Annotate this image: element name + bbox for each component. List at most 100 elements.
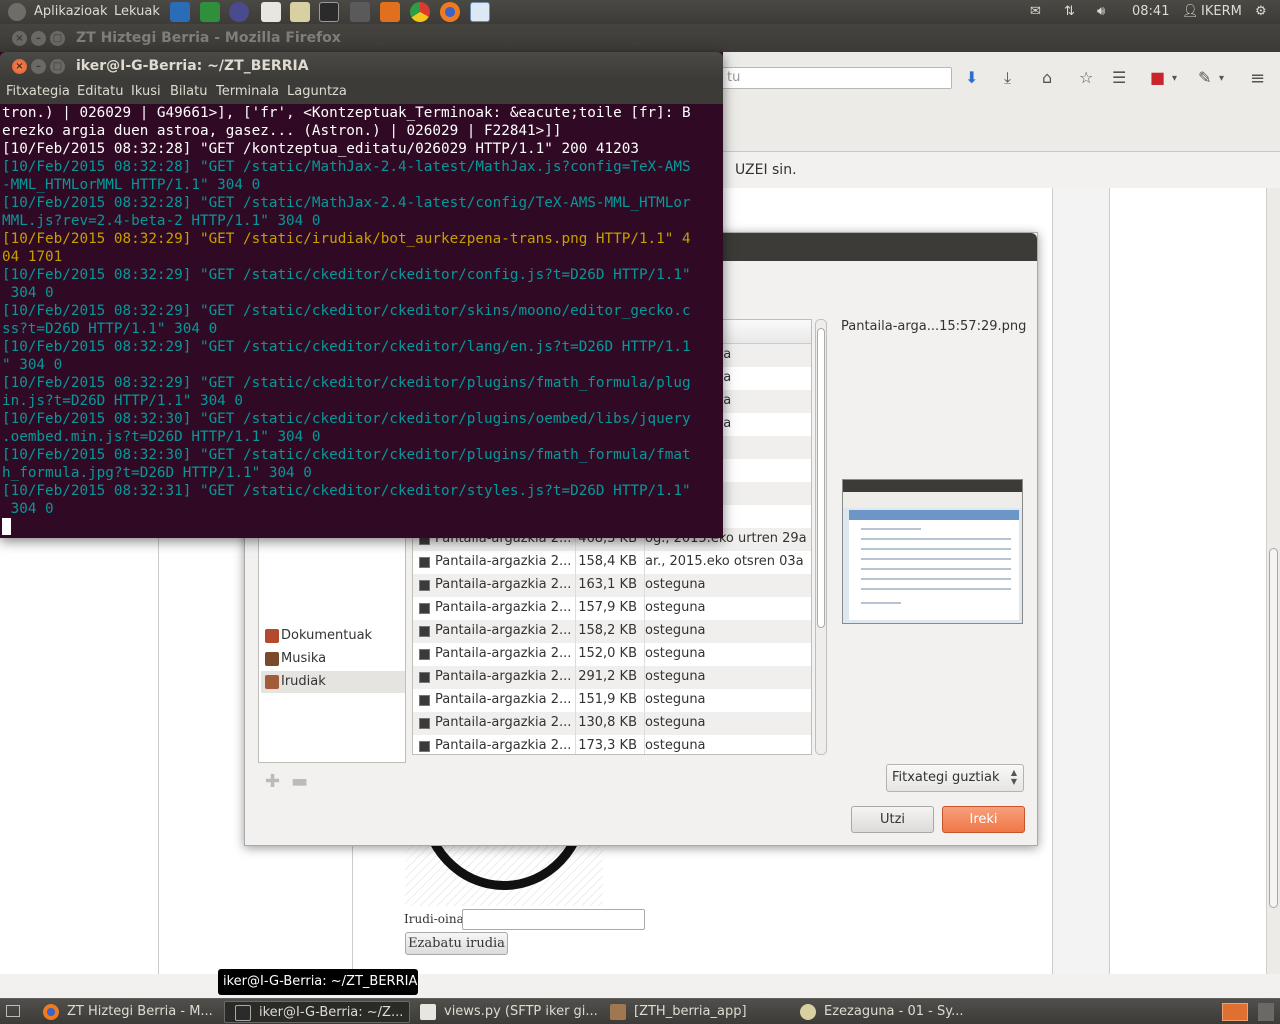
trash-icon[interactable]: [1258, 1003, 1274, 1021]
applications-menu[interactable]: Aplikazioak: [34, 4, 108, 19]
extension-dropdown-icon[interactable]: ▾: [1219, 73, 1224, 84]
terminal-titlebar[interactable]: × – □ iker@I-G-Berria: ~/ZT_BERRIA: [0, 52, 723, 80]
cancel-button[interactable]: Utzi: [851, 806, 934, 833]
terminal-line: erezko argia duen astroa, gasez... (Astr…: [2, 123, 562, 139]
file-row[interactable]: Pantaila-argazkia 2... 158,2 KB osteguna: [413, 620, 811, 643]
file-row[interactable]: Pantaila-argazkia 2... 151,9 KB osteguna: [413, 689, 811, 712]
scrollbar-thumb[interactable]: [1269, 548, 1278, 908]
file-row[interactable]: Pantaila-argazkia 2... 157,9 KB osteguna: [413, 597, 811, 620]
file-name: Pantaila-argazkia 2...: [435, 554, 572, 569]
thumb-header: [849, 510, 1019, 520]
url-bar[interactable]: tu: [720, 67, 952, 89]
file-row[interactable]: Pantaila-argazkia 2... 158,4 KB ar., 2015.…: [413, 551, 811, 574]
task-label: [ZTH_berria_app]: [634, 1004, 747, 1019]
thumb-sheet: [849, 520, 1019, 620]
power-gear-icon[interactable]: ⚙: [1255, 4, 1267, 19]
file-date: osteguna: [644, 574, 811, 597]
addon-dropdown-icon[interactable]: ▾: [1172, 73, 1177, 84]
place-pictures[interactable]: Irudiak: [261, 671, 405, 693]
file-row[interactable]: Pantaila-argazkia 2... 163,1 KB osteguna: [413, 574, 811, 597]
menu-edit[interactable]: Editatu: [77, 84, 123, 99]
scrollbar-thumb[interactable]: [817, 328, 825, 628]
task-terminal[interactable]: iker@I-G-Berria: ~/Z...: [224, 1001, 410, 1023]
mail-icon[interactable]: ✉: [1030, 4, 1041, 19]
addon-icon[interactable]: ■: [1150, 68, 1165, 87]
thumb-line: [861, 558, 1011, 560]
menu-terminal[interactable]: Terminala: [216, 84, 279, 99]
image-file-icon: [419, 695, 430, 706]
file-list-scrollbar[interactable]: [815, 319, 827, 755]
text-editor-icon[interactable]: [261, 2, 281, 22]
robot-icon[interactable]: [350, 2, 370, 22]
terminal-output[interactable]: tron.) | 026029 | G49661>], ['fr', <Kont…: [0, 104, 723, 538]
extension-icon[interactable]: ✎: [1198, 68, 1211, 87]
menu-view[interactable]: Ikusi: [131, 84, 161, 99]
terminal-maximize-icon[interactable]: □: [50, 59, 65, 74]
home-icon[interactable]: ⌂: [1042, 68, 1052, 87]
task-editor[interactable]: views.py (SFTP iker gi...: [410, 1001, 600, 1023]
pictures-folder-icon: [265, 675, 279, 689]
firefox-maximize-icon[interactable]: □: [50, 31, 65, 46]
bookmark-star-icon[interactable]: ☆: [1079, 68, 1093, 87]
place-documents[interactable]: Dokumentuak: [261, 625, 405, 647]
task-folder[interactable]: [ZTH_berria_app]: [600, 1001, 790, 1023]
network-icon[interactable]: ⇅: [1064, 4, 1075, 19]
place-music[interactable]: Musika: [261, 648, 405, 670]
file-row[interactable]: Pantaila-argazkia 2... 130,8 KB osteguna: [413, 712, 811, 735]
firefox-titlebar[interactable]: × – □ ZT Hiztegi Berria - Mozilla Firefo…: [0, 24, 1280, 52]
app-icon[interactable]: [470, 2, 490, 22]
user-menu[interactable]: IKERM: [1201, 4, 1242, 19]
file-size: 152,0 KB: [575, 643, 639, 666]
eclipse-icon[interactable]: [229, 2, 249, 22]
caption-input[interactable]: [462, 909, 645, 930]
file-size: 163,1 KB: [575, 574, 639, 597]
task-firefox[interactable]: ZT Hiztegi Berria - M...: [33, 1001, 218, 1023]
menu-file[interactable]: Fitxategia: [6, 84, 70, 99]
hamburger-menu-icon[interactable]: ≡: [1250, 68, 1265, 89]
open-button[interactable]: Ireki: [942, 806, 1025, 833]
writer-icon[interactable]: [170, 2, 190, 22]
terminal-prompt-line[interactable]: [2, 518, 723, 536]
show-desktop-icon[interactable]: [6, 1005, 20, 1017]
downloads-icon[interactable]: ⤓: [1004, 68, 1011, 88]
remove-place-icon[interactable]: ▬: [291, 771, 308, 792]
file-row[interactable]: Pantaila-argazkia 2... 173,3 KB osteguna: [413, 735, 811, 754]
terminal-line: [10/Feb/2015 08:32:29] "GET /static/cked…: [2, 267, 691, 283]
terminal-minimize-icon[interactable]: –: [31, 59, 46, 74]
file-row[interactable]: Pantaila-argazkia 2... 291,2 KB osteguna: [413, 666, 811, 689]
file-filter-select[interactable]: Fitxategi guztiak ▲ ▼: [886, 764, 1024, 792]
volume-icon[interactable]: 🔊︎: [1097, 4, 1105, 19]
download-arrow-icon[interactable]: ⬇: [965, 68, 978, 87]
delete-image-button[interactable]: Ezabatu irudia: [405, 932, 508, 955]
firefox-close-icon[interactable]: ×: [12, 31, 27, 46]
task-media[interactable]: Ezezaguna - 01 - Sy...: [790, 1001, 980, 1023]
chrome-icon[interactable]: [410, 2, 430, 22]
terminal-close-icon[interactable]: ×: [12, 59, 27, 74]
reader-list-icon[interactable]: ☰: [1112, 68, 1126, 87]
file-name: Pantaila-argazkia 2...: [435, 715, 572, 730]
menu-help[interactable]: Laguntza: [287, 84, 347, 99]
file-date: osteguna: [644, 689, 811, 712]
menu-search[interactable]: Bilatu: [170, 84, 207, 99]
file-size: 151,9 KB: [575, 689, 639, 712]
places-menu[interactable]: Lekuak: [114, 4, 160, 19]
image-file-icon: [419, 649, 430, 660]
firefox-icon[interactable]: [440, 2, 460, 22]
bookmark-uzei[interactable]: UZEI sin.: [735, 162, 797, 178]
file-row[interactable]: Pantaila-argazkia 2... 152,0 KB osteguna: [413, 643, 811, 666]
task-label: ZT Hiztegi Berria - M...: [67, 1004, 213, 1019]
add-place-icon[interactable]: ✚: [265, 771, 280, 792]
ubuntu-logo-icon[interactable]: [8, 3, 26, 21]
firefox-minimize-icon[interactable]: –: [31, 31, 46, 46]
documents-folder-icon: [265, 629, 279, 643]
terminal-icon[interactable]: [319, 2, 339, 22]
thumb-line: [861, 602, 901, 604]
clock[interactable]: 08:41: [1132, 4, 1169, 19]
firefox-scrollbar[interactable]: [1266, 188, 1280, 974]
thumb-line: [861, 548, 1011, 550]
workspace-switcher-icon[interactable]: [1222, 1003, 1248, 1021]
paperclip-icon[interactable]: [290, 2, 310, 22]
terminal-line: [10/Feb/2015 08:32:29] "GET /static/cked…: [2, 303, 691, 319]
calc-icon[interactable]: [200, 2, 220, 22]
settings-icon[interactable]: [380, 2, 400, 22]
